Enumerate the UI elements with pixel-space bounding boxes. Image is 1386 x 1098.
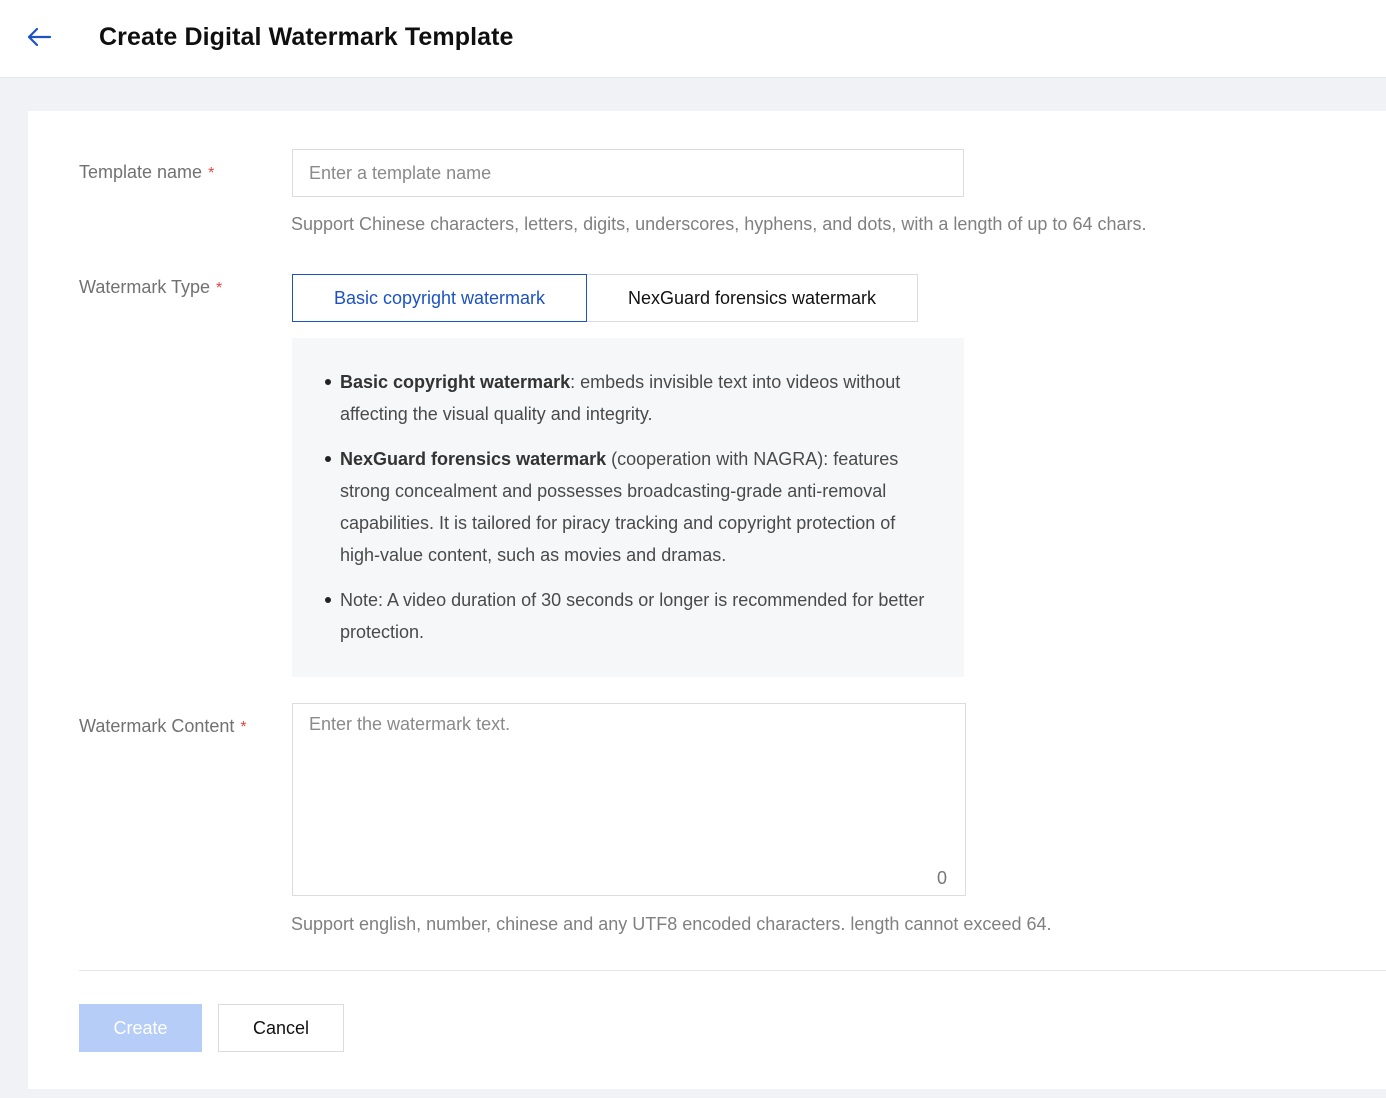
watermark-type-info-box: Basic copyright watermark: embeds invisi… (292, 338, 964, 677)
required-mark: * (216, 280, 223, 297)
watermark-content-label: Watermark Content * (79, 716, 247, 737)
template-name-input[interactable] (292, 149, 964, 197)
create-button[interactable]: Create (79, 1004, 202, 1052)
info-item-bold: Basic copyright watermark (340, 372, 571, 392)
cancel-button[interactable]: Cancel (218, 1004, 344, 1052)
info-item-bold: NexGuard forensics watermark (340, 449, 607, 469)
basic-copyright-watermark-option[interactable]: Basic copyright watermark (292, 274, 587, 322)
required-mark: * (240, 719, 247, 736)
info-list: Basic copyright watermark: embeds invisi… (322, 366, 934, 648)
nexguard-forensics-watermark-option[interactable]: NexGuard forensics watermark (586, 274, 918, 322)
footer-divider (79, 970, 1386, 971)
template-name-label-text: Template name (79, 162, 203, 182)
watermark-type-label: Watermark Type * (79, 277, 222, 298)
watermark-content-hint: Support english, number, chinese and any… (291, 914, 1052, 934)
char-count: 0 (936, 868, 947, 888)
page-title: Create Digital Watermark Template (99, 23, 514, 51)
page-header: Create Digital Watermark Template (0, 0, 1386, 78)
watermark-content-textarea[interactable] (293, 704, 965, 895)
info-item-text: Note: A video duration of 30 seconds or … (340, 590, 925, 642)
info-item-note: Note: A video duration of 30 seconds or … (325, 584, 934, 648)
watermark-type-label-text: Watermark Type (79, 277, 211, 297)
arrow-left-icon[interactable] (26, 26, 52, 48)
form-card: Template name * Support Chinese character… (28, 111, 1386, 1089)
watermark-content-label-text: Watermark Content (79, 716, 235, 736)
template-name-label: Template name * (79, 162, 214, 183)
required-mark: * (208, 165, 215, 182)
watermark-content-field: 0 (292, 703, 966, 896)
template-name-hint: Support Chinese characters, letters, dig… (291, 214, 1147, 234)
info-item-nexguard: NexGuard forensics watermark (cooperatio… (325, 443, 934, 571)
info-item-basic: Basic copyright watermark: embeds invisi… (325, 366, 934, 430)
